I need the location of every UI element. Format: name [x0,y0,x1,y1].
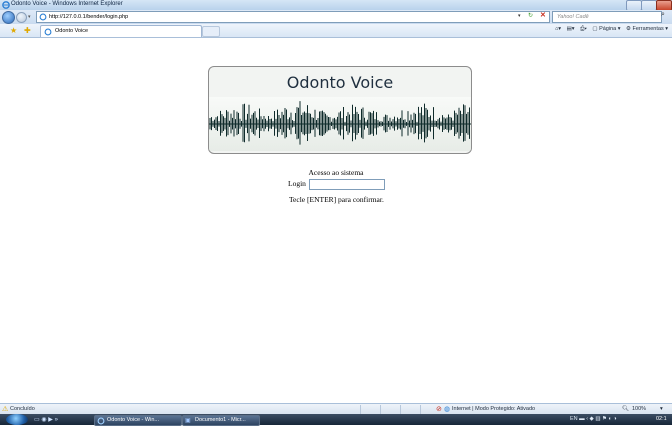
warning-icon: ⚠ [2,406,9,413]
status-text: Concluído [10,406,35,412]
status-separator [360,405,361,414]
page-content: Odonto Voice Acesso ao sistema Login Tec… [0,38,672,403]
stop-icon[interactable]: ✕ [540,11,546,19]
search-icon[interactable]: ⌕ [661,11,665,19]
page-menu-label: Página [599,26,617,32]
search-placeholder: Yahoo! Cadê [557,14,589,20]
security-zone[interactable]: Internet | Modo Protegido: Ativado [452,406,535,412]
status-separator [380,405,381,414]
page-menu[interactable]: ▢ Página ▾ [592,26,620,32]
taskbar-item-word[interactable]: ▣ Documento1 - Micr... [182,415,260,426]
tab-odonto-voice[interactable]: Odonto Voice [40,25,202,37]
media-player-icon[interactable]: ▶ [48,417,53,423]
ie-page-icon [97,417,105,425]
waveform-image [209,97,471,151]
address-bar[interactable]: http://127.0.0.1/bender/login.php [36,11,550,23]
feeds-icon[interactable]: ▤▾ [567,26,575,32]
taskbar-item-label: Odonto Voice - Win... [107,417,159,423]
recent-pages-dropdown-icon[interactable]: ▾ [28,14,31,20]
tools-menu[interactable]: ⚙ Ferramentas ▾ [626,26,668,32]
internet-globe-icon: ◍ [444,406,451,413]
confirm-hint: Tecle [ENTER] para confirmar. [289,195,384,204]
address-dropdown-icon[interactable]: ▾ [518,13,521,19]
taskbar-item-ie[interactable]: Odonto Voice - Win... [94,415,182,426]
system-tray: EN ▬ ‹ ◆ ▥ ⚑ ◐ ◑ [570,416,617,422]
print-icon[interactable]: ⎙▾ [580,26,587,32]
status-separator [420,405,421,414]
tab-label: Odonto Voice [55,28,89,34]
ie-quicklaunch-icon[interactable]: ◉ [41,417,46,423]
quick-launch: ▭ ◉ ▶ » [34,416,58,423]
new-tab-button[interactable] [202,26,220,37]
audio-waveform-icon [209,101,471,145]
taskbar-item-label: Documento1 - Micr... [195,417,246,423]
tools-menu-label: Ferramentas [632,26,664,32]
search-input[interactable]: Yahoo! Cadê [552,11,662,23]
back-button[interactable] [2,11,15,24]
show-desktop-icon[interactable]: ▭ [34,417,40,423]
clock[interactable]: 02:1 [656,416,667,422]
quicklaunch-more-icon[interactable]: » [55,417,58,423]
word-document-icon: ▣ [185,418,191,424]
status-separator [400,405,401,414]
refresh-icon[interactable]: ↻ [528,12,533,19]
add-favorite-icon[interactable]: ✚ [24,26,31,35]
login-label: Login [288,179,306,188]
forward-button[interactable] [16,12,27,23]
taskbar: ▭ ◉ ▶ » Odonto Voice - Win... ▣ Document… [0,414,672,426]
navigation-bar: ▾ http://127.0.0.1/bender/login.php ▾ ↻ … [0,10,672,24]
zoom-icon: 🔍︎ [622,406,629,412]
home-icon[interactable]: ⌂▾ [555,26,561,32]
banner-title: Odonto Voice [286,73,394,92]
access-title: Acesso ao sistema [308,168,364,177]
zoom-dropdown-icon[interactable]: ▾ [660,406,663,412]
ie-page-icon [44,28,52,36]
command-buttons: ⌂▾ ▤▾ ⎙▾ ▢ Página ▾ ⚙ Ferramentas ▾ [551,26,668,33]
login-input[interactable] [309,179,385,190]
tray-icons[interactable]: ▬ ‹ ◆ ▥ ⚑ ◐ ◑ [579,416,617,422]
window-title: Odonto Voice - Windows Internet Explorer [11,1,123,7]
start-button[interactable] [6,414,28,425]
ie-logo-icon [2,1,10,9]
favorites-star-icon[interactable]: ★ [10,26,17,35]
ie-page-icon [39,13,47,21]
address-url[interactable]: http://127.0.0.1/bender/login.php [49,14,128,20]
command-bar: ★ ✚ Odonto Voice ⌂▾ ▤▾ ⎙▾ ▢ Página ▾ ⚙ F… [0,24,672,38]
language-indicator[interactable]: EN [570,416,578,422]
zoom-level[interactable]: 100% [632,406,646,412]
popup-blocker-icon[interactable]: ⊘ [436,405,442,413]
odonto-voice-banner: Odonto Voice [208,66,472,154]
